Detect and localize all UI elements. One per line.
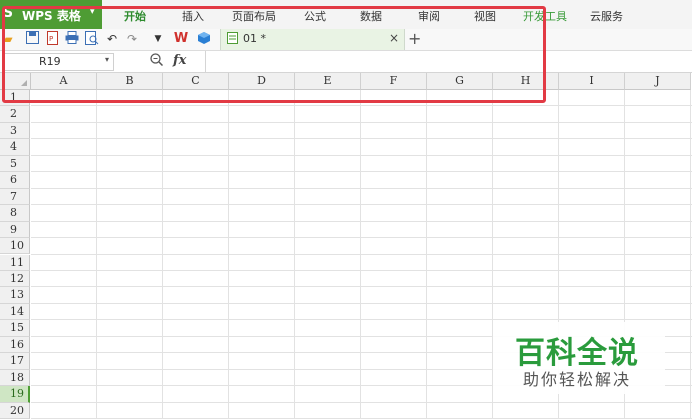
- wps-logo-icon[interactable]: W: [173, 31, 189, 47]
- menu-item-formula[interactable]: 公式: [304, 8, 326, 24]
- row-header[interactable]: 19: [0, 386, 30, 403]
- row-header[interactable]: 18: [0, 369, 30, 387]
- grid-row-line: [31, 187, 692, 189]
- column-header[interactable]: G: [427, 73, 493, 90]
- name-box[interactable]: R19 ▾: [4, 53, 114, 71]
- document-tab[interactable]: 01 * ×: [220, 29, 405, 50]
- chevron-down-icon: ▾: [90, 7, 95, 17]
- menu-item-data[interactable]: 数据: [360, 8, 382, 24]
- open-folder-icon[interactable]: ▰: [0, 31, 16, 47]
- menu-item-insert[interactable]: 插入: [182, 8, 204, 24]
- row-header[interactable]: 20: [0, 402, 30, 419]
- grid-column-line: [162, 90, 163, 419]
- grid-row-line: [31, 121, 692, 123]
- menu-item-review[interactable]: 审阅: [418, 8, 440, 24]
- formula-input[interactable]: [205, 51, 692, 72]
- spreadsheet-doc-icon: [227, 32, 238, 47]
- grid-row-line: [31, 253, 692, 255]
- row-header[interactable]: 9: [0, 221, 30, 239]
- row-header[interactable]: 8: [0, 205, 30, 222]
- row-header[interactable]: 2: [0, 106, 30, 123]
- column-header[interactable]: F: [361, 73, 427, 90]
- wps-logo-icon: S: [3, 5, 14, 21]
- grid-row-line: [31, 171, 692, 173]
- menu-item-view[interactable]: 视图: [474, 8, 496, 24]
- grid-row-line: [31, 138, 692, 140]
- row-header[interactable]: 11: [0, 254, 30, 271]
- row-header[interactable]: 14: [0, 303, 30, 321]
- grid-column-line: [228, 90, 229, 419]
- print-icon[interactable]: [64, 31, 80, 47]
- cube-icon[interactable]: [196, 31, 212, 47]
- grid-column-line: [96, 90, 97, 419]
- customize-dropdown-icon[interactable]: ▼: [150, 31, 166, 47]
- column-header[interactable]: C: [163, 73, 229, 90]
- menu-item-cloud-service[interactable]: 云服务: [590, 8, 623, 24]
- wps-spreadsheet-window: S WPS 表格 ▾ 开始 插入 页面布局 公式 数据 审阅 视图 开发工具 云…: [0, 0, 692, 419]
- app-name: WPS 表格: [22, 9, 81, 23]
- column-header[interactable]: B: [97, 73, 163, 90]
- column-header[interactable]: I: [559, 73, 625, 90]
- column-header[interactable]: E: [295, 73, 361, 90]
- row-header[interactable]: 10: [0, 238, 30, 255]
- row-header[interactable]: 1: [0, 90, 30, 107]
- print-preview-icon[interactable]: [84, 31, 100, 47]
- quick-access-toolbar: ▰ P ↶ ↷ ▼ W 01 * × +: [0, 29, 692, 51]
- row-header[interactable]: 17: [0, 353, 30, 370]
- grid-column-line: [360, 90, 361, 419]
- grid-row-line: [31, 204, 692, 206]
- grid-column-line: [690, 90, 691, 419]
- redo-icon[interactable]: ↷: [124, 31, 140, 47]
- watermark: 百科全说 助你轻松解决: [493, 322, 665, 394]
- row-header[interactable]: 7: [0, 188, 30, 206]
- row-header[interactable]: 4: [0, 139, 30, 156]
- formula-bar: R19 ▾ fx: [0, 51, 692, 73]
- zoom-icon[interactable]: [150, 53, 164, 70]
- save-icon[interactable]: [24, 31, 40, 47]
- column-header[interactable]: A: [31, 73, 97, 90]
- grid-row-line: [31, 154, 692, 156]
- export-pdf-icon[interactable]: P: [44, 31, 60, 47]
- grid-row-line: [31, 237, 692, 239]
- new-tab-icon[interactable]: +: [408, 29, 421, 48]
- grid-column-line: [426, 90, 427, 419]
- menu-item-start[interactable]: 开始: [124, 8, 146, 24]
- column-header[interactable]: J: [625, 73, 691, 90]
- grid-row-line: [31, 401, 692, 403]
- row-header[interactable]: 15: [0, 320, 30, 337]
- document-tab-title: 01 *: [243, 32, 266, 45]
- chevron-down-icon[interactable]: ▾: [105, 55, 109, 64]
- grid-row-line: [31, 319, 692, 321]
- name-box-value: R19: [39, 55, 61, 68]
- column-header[interactable]: D: [229, 73, 295, 90]
- menu-item-page-layout[interactable]: 页面布局: [232, 8, 276, 24]
- row-header[interactable]: 6: [0, 172, 30, 189]
- menu-bar: S WPS 表格 ▾ 开始 插入 页面布局 公式 数据 审阅 视图 开发工具 云…: [0, 0, 692, 30]
- watermark-subtitle: 助你轻松解决: [523, 370, 632, 389]
- menu-item-developer-tools[interactable]: 开发工具: [523, 8, 567, 24]
- grid-row-line: [31, 286, 692, 288]
- grid-column-line: [294, 90, 295, 419]
- grid-row-line: [31, 302, 692, 304]
- grid-row-line: [31, 269, 692, 271]
- grid-row-line: [31, 220, 692, 222]
- row-header[interactable]: 16: [0, 336, 30, 354]
- grid-row-line: [31, 105, 692, 107]
- row-header[interactable]: 12: [0, 270, 30, 288]
- row-header[interactable]: 13: [0, 287, 30, 304]
- column-header[interactable]: H: [493, 73, 559, 90]
- close-icon[interactable]: ×: [389, 31, 399, 45]
- row-header[interactable]: 3: [0, 122, 30, 140]
- undo-icon[interactable]: ↶: [104, 31, 120, 47]
- row-header[interactable]: 5: [0, 155, 30, 173]
- select-all-corner[interactable]: [0, 73, 31, 90]
- app-menu-button[interactable]: S WPS 表格 ▾: [0, 0, 102, 29]
- insert-function-icon[interactable]: fx: [173, 53, 186, 68]
- svg-text:P: P: [49, 35, 53, 43]
